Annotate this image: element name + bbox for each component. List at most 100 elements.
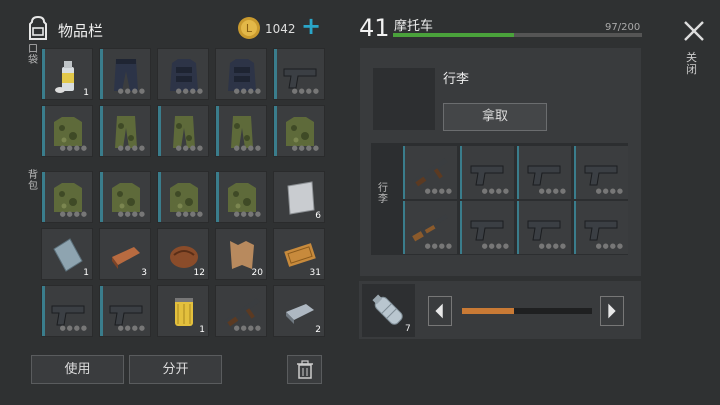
backpack-slot[interactable]: 12 — [157, 228, 209, 280]
decrease-button[interactable] — [428, 296, 452, 326]
durability-dots: ●●●● — [175, 87, 204, 95]
pocket-slot[interactable]: ●●●● — [99, 105, 151, 157]
pistol-icon — [584, 165, 618, 186]
vehicle-name: 摩托车 — [394, 19, 434, 34]
pocket-slot[interactable]: ●●●● — [215, 105, 267, 157]
slot-accent — [403, 146, 405, 199]
slot-accent — [574, 146, 576, 199]
durability-dots: ●●●● — [59, 210, 88, 218]
durability-dots: ●●●● — [481, 187, 510, 195]
luggage-slot[interactable]: ●●●● — [460, 201, 514, 254]
pocket-slot[interactable]: ●●●● — [273, 105, 325, 157]
slot-accent — [460, 201, 462, 254]
luggage-slot[interactable]: ●●●● — [517, 201, 571, 254]
luggage-slot[interactable]: ●●●● — [403, 146, 457, 199]
pistol-icon — [584, 220, 618, 241]
pocket-slot[interactable]: ●●●● — [99, 48, 151, 100]
arrow-left-icon — [435, 303, 443, 319]
split-button[interactable]: 分开 — [129, 355, 222, 384]
pocket-slot[interactable]: ●●●● — [41, 105, 93, 157]
backpack-slot[interactable]: ●●●● — [41, 285, 93, 337]
trash-button[interactable] — [287, 355, 322, 384]
glass-plate-icon — [53, 238, 83, 272]
slot-accent — [42, 286, 45, 336]
durability-dots: ●●●● — [424, 242, 453, 250]
backpack-slot[interactable]: 6 — [273, 171, 325, 223]
durability-dots: ●●●● — [538, 242, 567, 250]
backpack-slot[interactable]: ●●●● — [99, 285, 151, 337]
quantity-slider-fill — [462, 308, 514, 314]
take-button[interactable]: 拿取 — [443, 103, 547, 131]
luggage-slot[interactable]: ●●●● — [574, 201, 628, 254]
item-count: 31 — [309, 268, 321, 278]
luggage-slot[interactable]: ●●●● — [403, 201, 457, 254]
backpack-slot[interactable]: 1 — [157, 285, 209, 337]
item-count: 1 — [199, 325, 205, 335]
spray-can-icon — [55, 61, 74, 93]
backpack-slot[interactable]: ●●●● — [41, 171, 93, 223]
metal-sheet-icon — [287, 181, 315, 215]
vehicle-capacity: 97/200 — [605, 22, 641, 33]
durability-dots: ●●●● — [291, 144, 320, 152]
pocket-slot[interactable]: ●●●● — [157, 48, 209, 100]
plus-icon[interactable]: + — [301, 14, 321, 38]
coin-icon: L — [237, 16, 261, 40]
luggage-title: 行李 — [443, 72, 470, 87]
slot-accent — [574, 201, 576, 254]
item-count: 20 — [251, 268, 263, 278]
durability-dots: ●●●● — [117, 144, 146, 152]
luggage-slot[interactable]: ●●●● — [517, 146, 571, 199]
pistol-icon — [470, 165, 504, 186]
durability-dots: ●●●● — [59, 324, 88, 332]
use-button[interactable]: 使用 — [31, 355, 124, 384]
close-label[interactable]: 关闭 — [686, 52, 700, 76]
copper-ingot-icon — [112, 247, 140, 269]
durability-dots: ●●●● — [233, 324, 262, 332]
trash-icon — [297, 360, 313, 379]
slot-accent — [460, 146, 462, 199]
pistol-icon — [527, 165, 561, 186]
water-bottle-icon — [372, 294, 403, 325]
luggage-slot[interactable]: ●●●● — [460, 146, 514, 199]
durability-dots: ●●●● — [117, 87, 146, 95]
slot-accent — [100, 49, 103, 99]
backpack-slot[interactable]: ●●●● — [215, 171, 267, 223]
backpack-slot[interactable]: ●●●● — [215, 285, 267, 337]
pocket-slot[interactable]: 1 — [41, 48, 93, 100]
luggage-side-label: 行李 — [378, 183, 388, 205]
backpack-slot[interactable]: ●●●● — [157, 171, 209, 223]
slot-accent — [216, 106, 219, 156]
slot-accent — [100, 172, 103, 222]
backpack-slot[interactable]: 31 — [273, 228, 325, 280]
svg-text:L: L — [246, 22, 253, 35]
assault-rifle-icon — [411, 158, 448, 187]
durability-dots: ●●●● — [175, 144, 204, 152]
inventory-title: 物品栏 — [58, 22, 104, 40]
increase-button[interactable] — [600, 296, 624, 326]
slot-accent — [158, 172, 161, 222]
pocket-slot[interactable]: ●●●● — [273, 48, 325, 100]
durability-dots: ●●●● — [424, 187, 453, 195]
luggage-slot[interactable]: ●●●● — [574, 146, 628, 199]
durability-dots: ●●●● — [233, 87, 262, 95]
backpack-label: 背包 — [28, 170, 38, 192]
backpack-slot[interactable]: 2 — [273, 285, 325, 337]
backpack-slot[interactable]: 3 — [99, 228, 151, 280]
pistol-icon — [527, 220, 561, 241]
fuel-count: 7 — [405, 324, 411, 334]
durability-dots: ●●●● — [233, 144, 262, 152]
pocket-slot[interactable]: ●●●● — [157, 105, 209, 157]
item-count: 12 — [193, 268, 205, 278]
slot-accent — [274, 106, 277, 156]
backpack-slot[interactable]: 20 — [215, 228, 267, 280]
pocket-slot[interactable]: ●●●● — [215, 48, 267, 100]
close-icon[interactable] — [681, 18, 707, 44]
backpack-slot[interactable]: 1 — [41, 228, 93, 280]
backpack-slot[interactable]: ●●●● — [99, 171, 151, 223]
slot-accent — [216, 172, 219, 222]
slot-accent — [403, 201, 405, 254]
oil-filter-icon — [175, 298, 193, 326]
steel-ingot-icon — [286, 304, 314, 324]
durability-dots: ●●●● — [117, 324, 146, 332]
item-count: 3 — [141, 268, 147, 278]
